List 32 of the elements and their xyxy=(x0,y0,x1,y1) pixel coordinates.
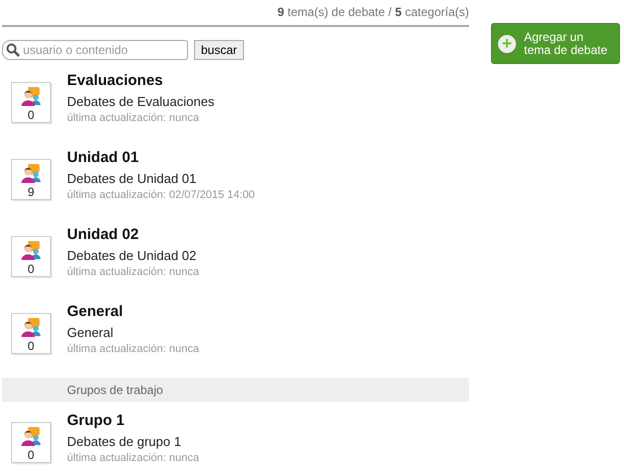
people-chat-icon xyxy=(21,163,41,184)
search-field[interactable]: usuario o contenido xyxy=(2,40,188,60)
topic-count: 0 xyxy=(28,262,34,276)
forum-title[interactable]: Grupo 1 xyxy=(67,412,200,429)
people-chat-icon xyxy=(21,317,41,338)
topic-count: 0 xyxy=(28,108,34,122)
summary-text: 9 tema(s) de debate / 5 categoría(s) xyxy=(2,0,469,27)
forum-title[interactable]: Unidad 02 xyxy=(67,226,200,243)
last-update-text: última actualización: nunca xyxy=(67,343,200,355)
forum-description: Debates de grupo 1 xyxy=(67,434,182,449)
last-update-text: última actualización: 02/07/2015 14:00 xyxy=(67,189,255,201)
topic-count: 9 xyxy=(28,185,34,199)
people-chat-icon xyxy=(21,426,41,447)
forum-title[interactable]: General xyxy=(67,303,200,320)
forum-description: Debates de Unidad 01 xyxy=(67,171,198,186)
last-update-text: última actualización: nunca xyxy=(67,452,200,464)
people-chat-icon xyxy=(21,86,41,107)
last-update-text: última actualización: nunca xyxy=(67,266,200,278)
forum-title[interactable]: Unidad 01 xyxy=(67,149,255,166)
people-chat-icon xyxy=(21,240,41,261)
search-button[interactable]: buscar xyxy=(194,40,244,60)
topic-count: 0 xyxy=(28,339,34,353)
forum-title[interactable]: Evaluaciones xyxy=(67,72,214,89)
topic-count: 0 xyxy=(28,448,34,462)
forum-description: Debates de Evaluaciones xyxy=(67,94,214,109)
add-topic-button[interactable]: + Agregar un tema de debate xyxy=(491,23,620,64)
forum-description: Debates de Unidad 02 xyxy=(67,248,198,263)
last-update-text: última actualización: nunca xyxy=(67,112,200,124)
plus-icon: + xyxy=(498,34,516,52)
section-header: Grupos de trabajo xyxy=(2,378,469,402)
search-icon xyxy=(6,43,20,57)
forum-description: General xyxy=(67,325,114,340)
